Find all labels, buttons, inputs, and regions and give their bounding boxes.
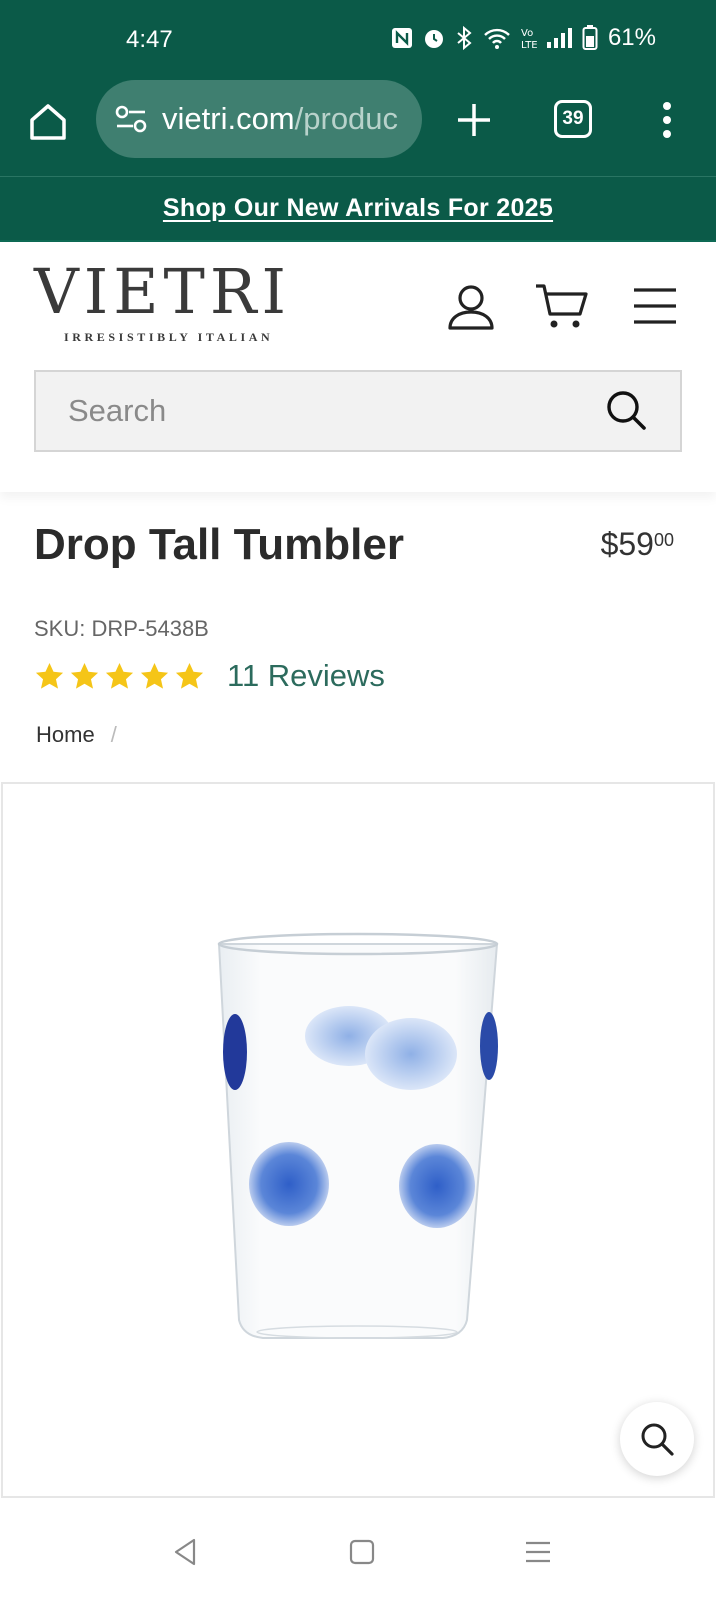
rating-stars bbox=[34, 661, 205, 692]
product-sku: SKU: DRP-5438B bbox=[34, 616, 209, 641]
new-tab-icon[interactable] bbox=[452, 98, 496, 142]
announcement-bar: Shop Our New Arrivals For 2025 bbox=[0, 176, 716, 242]
price-dollars: $59 bbox=[600, 526, 654, 562]
price-cents: 00 bbox=[653, 530, 674, 550]
back-icon[interactable] bbox=[170, 1536, 202, 1568]
tumbler-image bbox=[217, 932, 499, 1339]
search-icon[interactable] bbox=[602, 386, 652, 436]
wifi-icon bbox=[484, 28, 510, 49]
volte-icon: VoLTE bbox=[521, 28, 538, 51]
status-time: 4:47 bbox=[126, 26, 173, 53]
star-icon bbox=[35, 662, 64, 689]
url-path: /produc bbox=[294, 101, 399, 136]
status-icons: Vo LTE 61% bbox=[390, 24, 656, 52]
url-host: vietri.com bbox=[162, 101, 295, 136]
recents-icon[interactable] bbox=[522, 1536, 554, 1568]
signal-icon bbox=[546, 28, 572, 48]
product-title: Drop Tall Tumbler bbox=[34, 520, 404, 569]
breadcrumb-separator: / bbox=[110, 722, 117, 747]
svg-text:Vo: Vo bbox=[521, 28, 533, 39]
nfc-icon bbox=[391, 28, 412, 48]
bluetooth-icon bbox=[457, 26, 472, 50]
battery-percent: 61% bbox=[607, 24, 656, 51]
url-text[interactable]: vietri.com/produc bbox=[162, 101, 410, 137]
breadcrumb: Home / bbox=[36, 722, 117, 748]
product-price: $5900 bbox=[601, 526, 674, 563]
breadcrumb-home[interactable]: Home bbox=[36, 722, 95, 748]
zoom-button[interactable] bbox=[620, 1402, 694, 1476]
address-bar[interactable]: vietri.com/produc bbox=[96, 80, 422, 158]
search-input[interactable] bbox=[36, 393, 602, 429]
star-icon bbox=[140, 662, 169, 689]
logo-wordmark: VIETRI bbox=[34, 255, 292, 328]
product-rating[interactable]: 11 Reviews bbox=[34, 658, 385, 694]
more-options-icon[interactable] bbox=[652, 98, 682, 142]
home-icon[interactable] bbox=[26, 100, 70, 144]
svg-text:LTE: LTE bbox=[521, 40, 538, 51]
status-bar: 4:47 Vo LTE 61% bbox=[0, 0, 716, 80]
menu-icon[interactable] bbox=[632, 286, 678, 326]
new-arrivals-link[interactable]: Shop Our New Arrivals For 2025 bbox=[163, 194, 553, 223]
alarm-icon bbox=[424, 30, 443, 48]
star-icon bbox=[105, 662, 134, 689]
zoom-icon bbox=[641, 1423, 674, 1456]
search-bar bbox=[34, 370, 682, 452]
site-settings-icon[interactable] bbox=[114, 104, 148, 134]
logo-tagline: IRRESISTIBLY ITALIAN bbox=[64, 330, 274, 344]
product-image[interactable] bbox=[1, 782, 715, 1498]
vietri-logo[interactable]: VIETRI IRRESISTIBLY ITALIAN bbox=[34, 260, 294, 345]
account-icon[interactable] bbox=[446, 282, 496, 332]
system-nav-bar bbox=[0, 1500, 716, 1600]
site-header: VIETRI IRRESISTIBLY ITALIAN bbox=[0, 242, 716, 492]
star-icon bbox=[70, 662, 99, 689]
cart-icon[interactable] bbox=[534, 282, 590, 332]
battery-icon bbox=[582, 25, 598, 50]
reviews-link[interactable]: 11 Reviews bbox=[227, 658, 385, 694]
browser-toolbar: vietri.com/produc 39 bbox=[0, 80, 716, 176]
tab-switcher-button[interactable]: 39 bbox=[554, 100, 592, 138]
home-nav-icon[interactable] bbox=[346, 1536, 378, 1568]
star-icon bbox=[175, 662, 204, 689]
